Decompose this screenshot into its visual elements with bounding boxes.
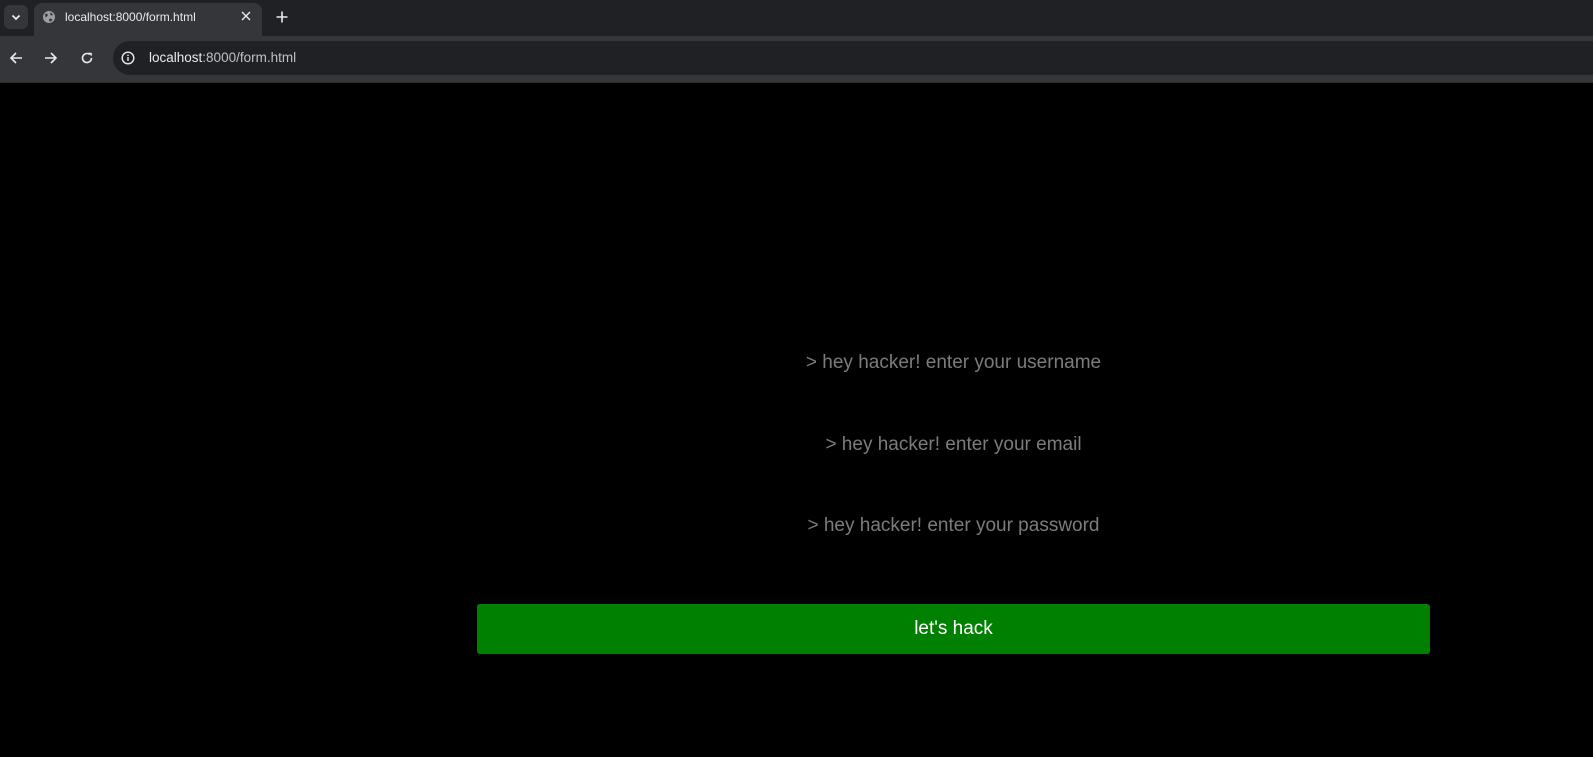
globe-icon	[42, 10, 56, 24]
tab-title: localhost:8000/form.html	[65, 10, 196, 24]
tab-strip: localhost:8000/form.html	[0, 0, 1593, 36]
chevron-down-icon	[10, 11, 22, 23]
reload-button[interactable]	[75, 46, 99, 70]
signup-form: let's hack	[477, 83, 1430, 757]
tab-search-button[interactable]	[4, 5, 28, 29]
submit-button[interactable]: let's hack	[477, 604, 1430, 654]
address-bar[interactable]: localhost:8000/form.html	[113, 41, 1593, 75]
reload-icon	[80, 51, 94, 65]
browser-tab[interactable]: localhost:8000/form.html	[34, 3, 262, 36]
new-tab-button[interactable]	[272, 7, 292, 27]
email-input[interactable]	[477, 425, 1430, 465]
url-host: localhost	[149, 50, 203, 65]
close-icon[interactable]	[238, 8, 254, 24]
info-icon[interactable]	[120, 50, 136, 66]
forward-button[interactable]	[39, 46, 63, 70]
url-path: :8000/form.html	[202, 50, 297, 65]
page-content: let's hack	[0, 83, 1593, 757]
plus-icon	[276, 11, 288, 23]
username-input[interactable]	[477, 343, 1430, 383]
back-button[interactable]	[4, 46, 28, 70]
password-input[interactable]	[477, 506, 1430, 546]
arrow-right-icon	[44, 51, 58, 65]
browser-toolbar: localhost:8000/form.html	[0, 36, 1593, 83]
url-text: localhost:8000/form.html	[149, 50, 296, 65]
arrow-left-icon	[9, 51, 23, 65]
